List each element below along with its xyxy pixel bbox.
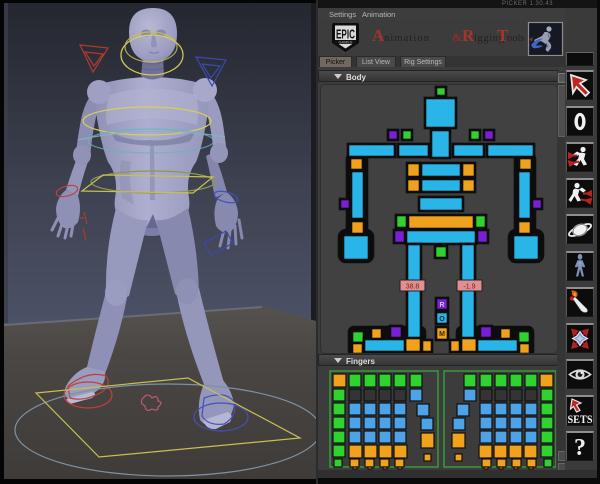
svg-text:R: R [439,302,444,309]
svg-text:ools: ools [507,33,525,44]
svg-text:EPIC: EPIC [336,28,355,42]
svg-text:38.8: 38.8 [406,284,420,291]
svg-text:nimation: nimation [384,33,430,44]
svg-text:O: O [439,316,445,323]
svg-text:&: & [452,30,462,44]
svg-text:M: M [439,331,445,338]
svg-text:GAMES: GAMES [339,41,354,45]
svg-text:SETS: SETS [568,412,593,426]
svg-text:-1.9: -1.9 [463,284,475,291]
svg-text:?: ? [574,435,586,460]
